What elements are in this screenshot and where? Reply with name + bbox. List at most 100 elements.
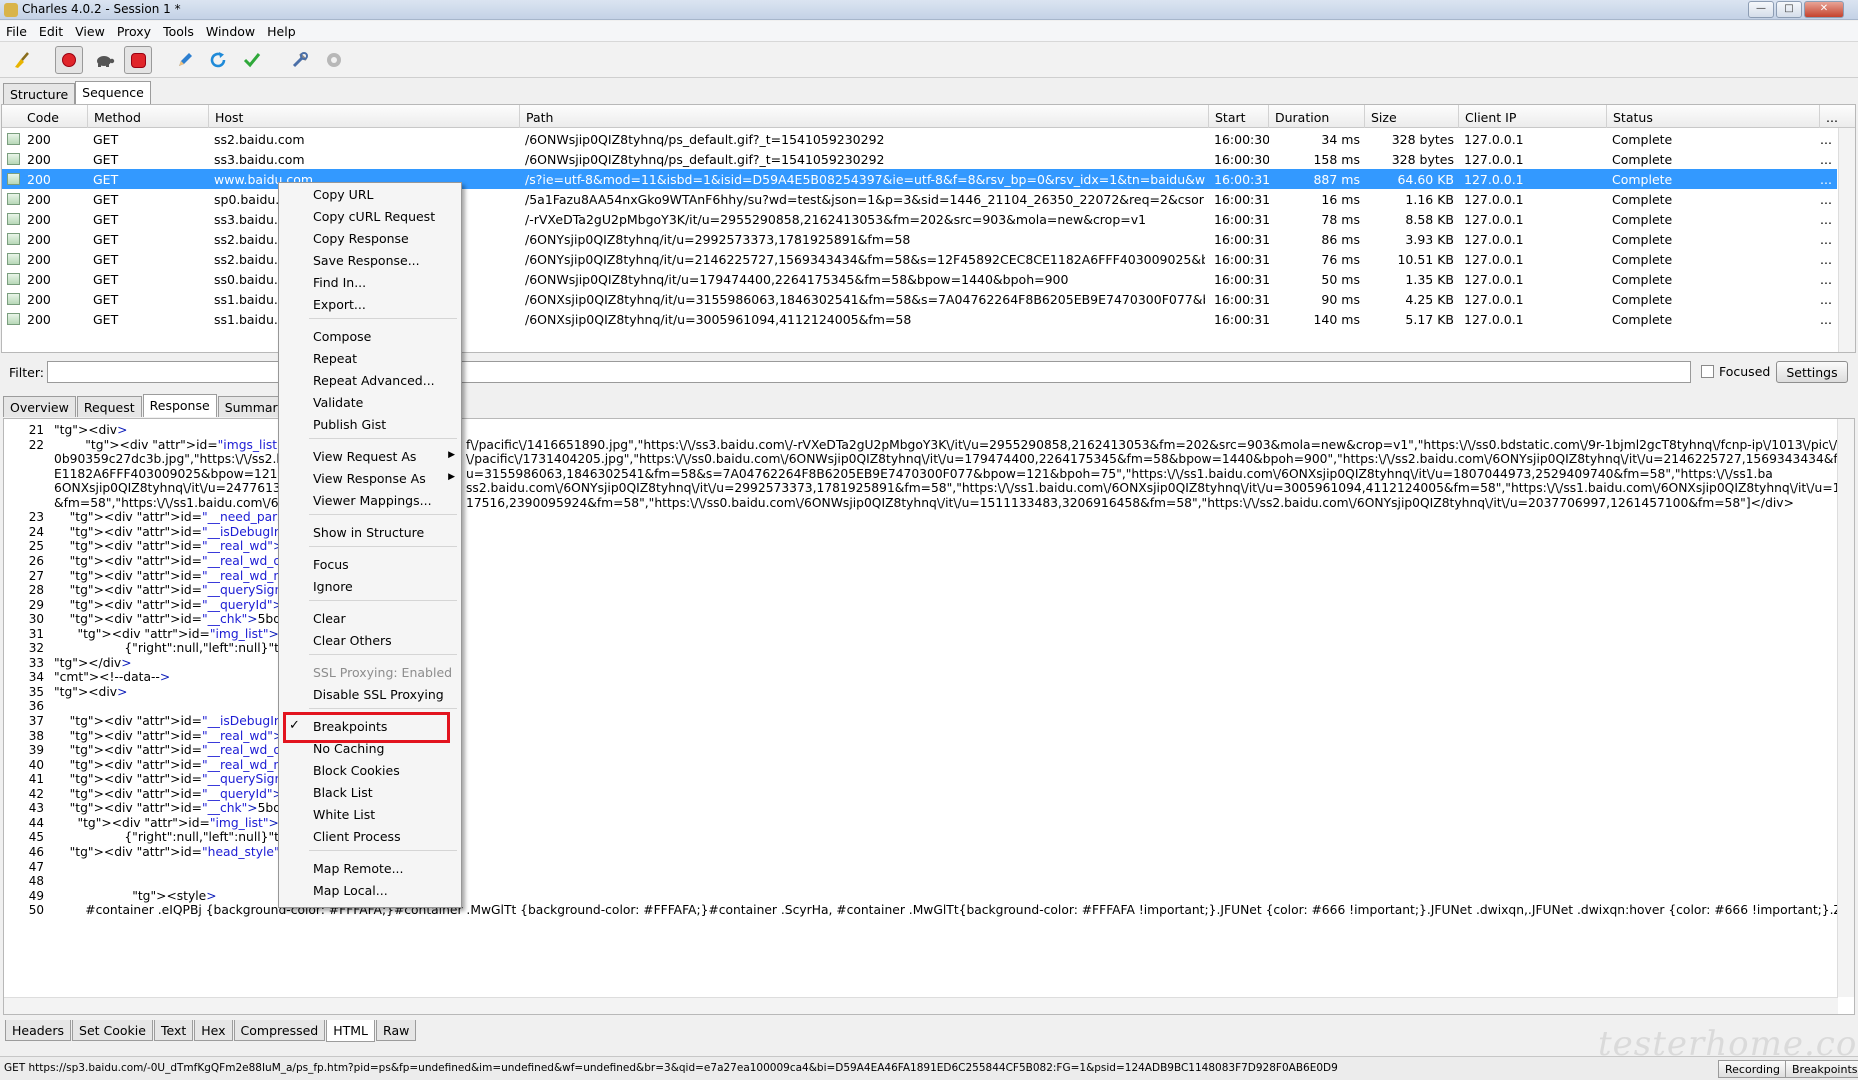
tab-sequence[interactable]: Sequence bbox=[75, 81, 151, 104]
menu-item-black-list[interactable]: Black List bbox=[279, 783, 461, 803]
column-more[interactable]: ... bbox=[1820, 105, 1855, 128]
menu-item-save-response[interactable]: Save Response... bbox=[279, 251, 461, 271]
column-start[interactable]: Start bbox=[1209, 105, 1269, 128]
menu-item-white-list[interactable]: White List bbox=[279, 805, 461, 825]
tab-request[interactable]: Request bbox=[76, 396, 142, 417]
menu-item-ignore[interactable]: Ignore bbox=[279, 577, 461, 597]
menu-item-block-cookies[interactable]: Block Cookies bbox=[279, 761, 461, 781]
menu-item-label: Clear bbox=[313, 611, 346, 626]
record-icon[interactable] bbox=[55, 46, 83, 74]
menu-separator bbox=[309, 708, 457, 709]
menu-edit[interactable]: Edit bbox=[33, 21, 69, 41]
menu-item-map-local[interactable]: Map Local... bbox=[279, 881, 461, 901]
menu-item-view-request-as[interactable]: View Request As ▶ bbox=[279, 447, 461, 467]
menu-item-client-process[interactable]: Client Process bbox=[279, 827, 461, 847]
menu-item-clear[interactable]: Clear bbox=[279, 609, 461, 629]
column-duration[interactable]: Duration bbox=[1269, 105, 1365, 128]
menu-item-repeat-advanced[interactable]: Repeat Advanced... bbox=[279, 371, 461, 391]
table-row[interactable]: 200 GET ss3.baidu.com/6ONWsjip0QIZ8tyhnq/p… bbox=[2, 149, 1837, 169]
cell-more: ... bbox=[1820, 212, 1832, 227]
settings-button[interactable]: Settings bbox=[1776, 361, 1848, 383]
menu-item-copy-response[interactable]: Copy Response bbox=[279, 229, 461, 249]
cell-size: 1.35 KB bbox=[1405, 272, 1454, 287]
menu-tools[interactable]: Tools bbox=[157, 21, 200, 41]
cell-code: 200 bbox=[27, 272, 51, 287]
throttle-turtle-icon[interactable] bbox=[91, 46, 119, 74]
menu-separator bbox=[309, 438, 457, 439]
menu-item-view-response-as[interactable]: View Response As ▶ bbox=[279, 469, 461, 489]
body-horizontal-scrollbar[interactable] bbox=[4, 997, 1838, 1014]
breakpoints-highlight-box bbox=[283, 712, 450, 743]
refresh-icon[interactable] bbox=[204, 46, 232, 74]
checkmark-icon[interactable] bbox=[238, 46, 266, 74]
request-status-icon bbox=[7, 233, 20, 245]
tab-text[interactable]: Text bbox=[153, 1020, 194, 1041]
column-client-ip[interactable]: Client IP bbox=[1459, 105, 1607, 128]
column-host[interactable]: Host bbox=[209, 105, 520, 128]
menu-item-label: Viewer Mappings... bbox=[313, 493, 432, 508]
tab-html[interactable]: HTML bbox=[326, 1020, 376, 1042]
cell-duration: 34 ms bbox=[1321, 132, 1360, 147]
line-number: 45 bbox=[28, 830, 44, 845]
cell-more: ... bbox=[1820, 292, 1832, 307]
menu-item-repeat[interactable]: Repeat bbox=[279, 349, 461, 369]
tab-response[interactable]: Response bbox=[142, 394, 217, 417]
cell-ip: 127.0.0.1 bbox=[1464, 312, 1524, 327]
menu-item-find-in[interactable]: Find In... bbox=[279, 273, 461, 293]
focused-checkbox[interactable] bbox=[1701, 365, 1714, 378]
column-size[interactable]: Size bbox=[1365, 105, 1459, 128]
tab-hex[interactable]: Hex bbox=[194, 1020, 233, 1041]
cell-duration: 90 ms bbox=[1321, 292, 1360, 307]
menu-item-copy-curl-request[interactable]: Copy cURL Request bbox=[279, 207, 461, 227]
tab-raw[interactable]: Raw bbox=[376, 1020, 417, 1041]
column-method[interactable]: Method bbox=[88, 105, 209, 128]
menu-item-compose[interactable]: Compose bbox=[279, 327, 461, 347]
table-row[interactable]: 200 GET ss2.baidu.com/6ONWsjip0QIZ8tyhnq/p… bbox=[2, 129, 1837, 149]
cell-size: 328 bytes bbox=[1391, 152, 1454, 167]
column-status[interactable]: Status bbox=[1607, 105, 1820, 128]
column-path[interactable]: Path bbox=[520, 105, 1209, 128]
close-button[interactable]: ✕ bbox=[1804, 1, 1844, 18]
menu-view[interactable]: View bbox=[69, 21, 111, 41]
cell-start: 16:00:30 bbox=[1214, 152, 1269, 167]
line-number: 34 bbox=[28, 670, 44, 685]
tab-compressed[interactable]: Compressed bbox=[233, 1020, 326, 1041]
menu-item-validate[interactable]: Validate bbox=[279, 393, 461, 413]
menu-window[interactable]: Window bbox=[200, 21, 261, 41]
menu-item-copy-url[interactable]: Copy URL bbox=[279, 185, 461, 205]
breakpoint-stop-icon[interactable] bbox=[124, 46, 152, 74]
request-status-icon bbox=[7, 293, 20, 305]
tab-overview[interactable]: Overview bbox=[3, 396, 76, 417]
tools-icon[interactable] bbox=[286, 46, 314, 74]
body-vertical-scrollbar[interactable] bbox=[1837, 419, 1854, 997]
menu-item-disable-ssl-proxying[interactable]: Disable SSL Proxying bbox=[279, 685, 461, 705]
menu-item-publish-gist[interactable]: Publish Gist bbox=[279, 415, 461, 435]
menu-item-map-remote[interactable]: Map Remote... bbox=[279, 859, 461, 879]
minimize-button[interactable]: — bbox=[1748, 1, 1774, 18]
menu-item-export[interactable]: Export... bbox=[279, 295, 461, 315]
cell-path: /6ONXsjip0QIZ8tyhnq/it/u=3155986063,1846… bbox=[525, 292, 1205, 307]
menu-item-show-in-structure[interactable]: Show in Structure bbox=[279, 523, 461, 543]
maximize-button[interactable]: □ bbox=[1776, 1, 1802, 18]
cell-code: 200 bbox=[27, 132, 51, 147]
menu-help[interactable]: Help bbox=[261, 21, 302, 41]
code-line: "tg"><div "attr">id="img_list"> bbox=[77, 626, 279, 641]
cell-path: /s?ie=utf-8&mod=11&isbd=1&isid=D59A4E5B0… bbox=[525, 172, 1205, 187]
menu-item-viewer-mappings[interactable]: Viewer Mappings... bbox=[279, 491, 461, 511]
table-scrollbar[interactable] bbox=[1838, 128, 1855, 352]
settings-gear-icon[interactable] bbox=[320, 46, 348, 74]
tab-structure[interactable]: Structure bbox=[3, 83, 76, 104]
column-code[interactable]: Code bbox=[21, 105, 88, 128]
broom-icon[interactable] bbox=[8, 46, 36, 74]
menu-item-focus[interactable]: Focus bbox=[279, 555, 461, 575]
tab-set-cookie[interactable]: Set Cookie bbox=[72, 1020, 153, 1041]
pen-icon[interactable] bbox=[171, 46, 199, 74]
cell-path: /-rVXeDTa2gU2pMbgoY3K/it/u=2955290858,21… bbox=[525, 212, 1147, 227]
cell-size: 3.93 KB bbox=[1405, 232, 1454, 247]
menu-proxy[interactable]: Proxy bbox=[111, 21, 157, 41]
menu-file[interactable]: File bbox=[0, 21, 33, 41]
body-format-tabs: Headers Set Cookie Text Hex Compressed H… bbox=[5, 1020, 417, 1043]
menu-item-clear-others[interactable]: Clear Others bbox=[279, 631, 461, 651]
tab-headers[interactable]: Headers bbox=[5, 1020, 72, 1041]
line-number: 29 bbox=[28, 597, 44, 612]
